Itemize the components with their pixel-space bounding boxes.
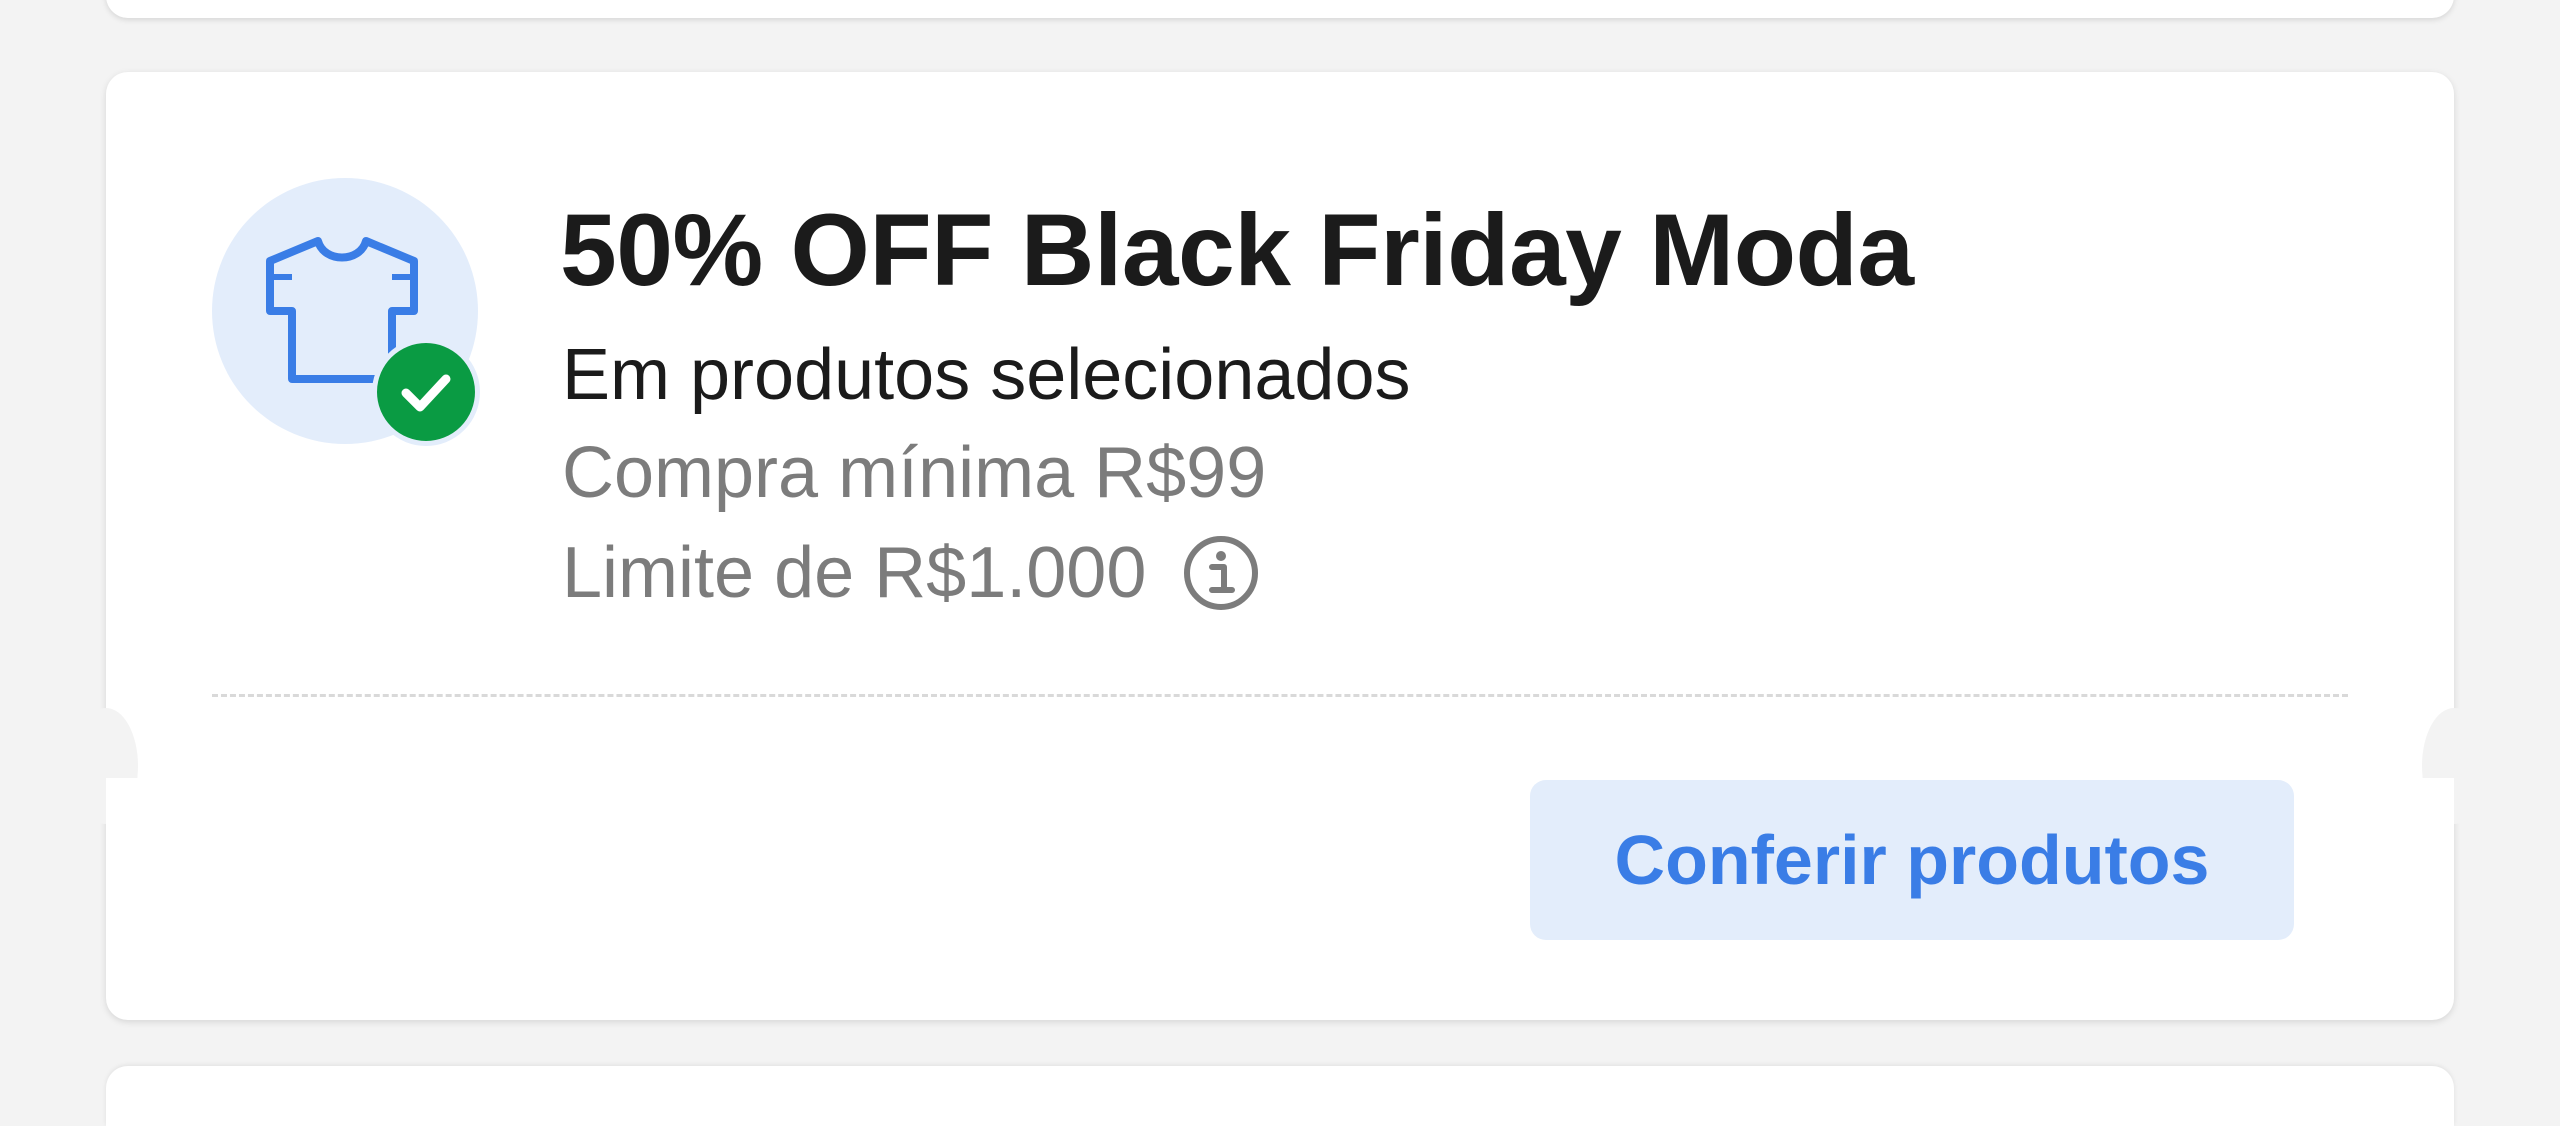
ticket-divider [212, 694, 2348, 697]
info-icon[interactable] [1182, 534, 1260, 612]
next-coupon-card [106, 1066, 2454, 1126]
check-icon [401, 374, 451, 412]
minimum-purchase: Compra mínima R$99 [562, 433, 1267, 513]
check-badge [372, 338, 480, 446]
coupon-card: 50% OFF Black Friday Moda Em produtos se… [74, 72, 2486, 1020]
check-products-button[interactable]: Conferir produtos [1530, 780, 2294, 940]
coupon-subtitle: Em produtos selecionados [562, 335, 1411, 415]
coupon-title: 50% OFF Black Friday Moda [560, 193, 1914, 307]
limit-text: Limite de R$1.000 [562, 533, 1147, 613]
limit-row: Limite de R$1.000 [562, 528, 1260, 618]
previous-coupon-card [106, 0, 2454, 18]
